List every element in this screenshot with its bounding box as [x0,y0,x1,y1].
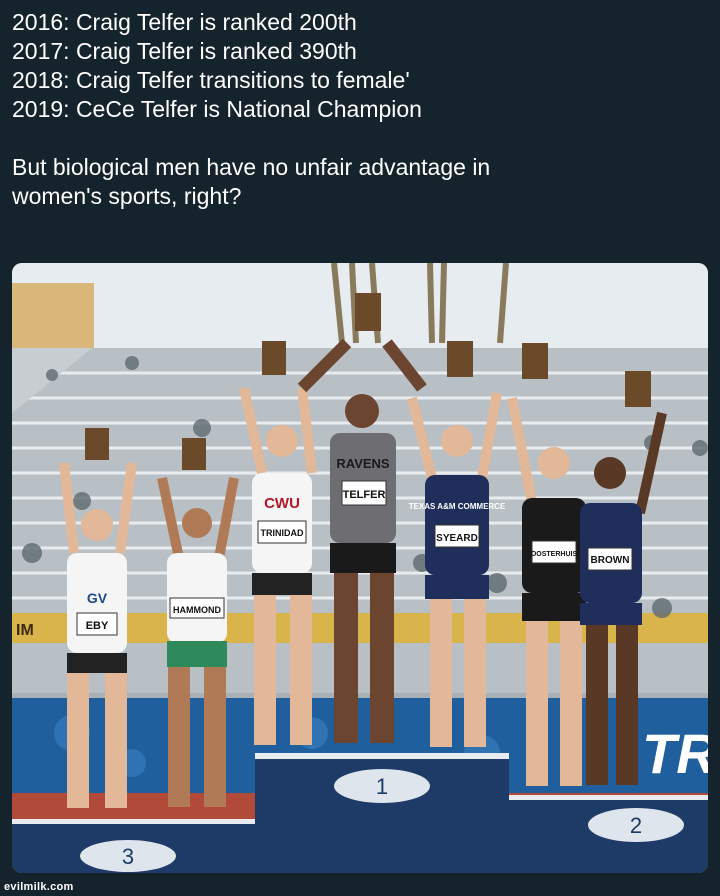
bib-brown: BROWN [591,555,630,566]
jersey-texas-am-commerce: TEXAS A&M COMMERCE [409,502,506,511]
caption-line-2017: 2017: Craig Telfer is ranked 390th [12,38,357,64]
jersey-cwu: CWU [264,495,300,512]
bib-hammond: HAMMOND [173,605,221,615]
podium-first-edge [255,753,509,759]
trophy [85,428,109,460]
caption-line-2016: 2016: Craig Telfer is ranked 200th [12,9,357,35]
caption-question-line-1: But biological men have no unfair advant… [12,154,491,180]
podium-number-first: 1 [376,774,388,799]
podium-third-edge [12,819,255,824]
caption-line-2019: 2019: CeCe Telfer is National Champion [12,96,422,122]
bib-oosterhuis: OOSTERHUIS [531,551,578,558]
jersey-gv: GV [87,590,108,606]
podium-second-edge [509,795,708,800]
caption-line-2018: 2018: Craig Telfer transitions to female… [12,67,410,93]
jersey-ravens: RAVENS [336,456,390,471]
caption-question-line-2: women's sports, right? [12,183,242,209]
podium-number-third: 3 [122,844,134,869]
bib-trinidad: TRINIDAD [261,528,304,538]
podium-photo-illustration: IM TR 1 2 [12,263,708,873]
banner-text: TR [642,722,708,785]
bib-eby: EBY [86,620,109,632]
podium-photo: IM TR 1 2 [12,263,708,873]
watermark: evilmilk.com [4,881,74,893]
building [12,283,94,353]
stadium-sign-text: IM [16,622,34,639]
caption-text: 2016: Craig Telfer is ranked 200th 2017:… [12,8,708,211]
bib-telfer: TELFER [343,489,386,501]
bib-syeard: SYEARD [436,533,478,544]
podium-number-second: 2 [630,813,642,838]
